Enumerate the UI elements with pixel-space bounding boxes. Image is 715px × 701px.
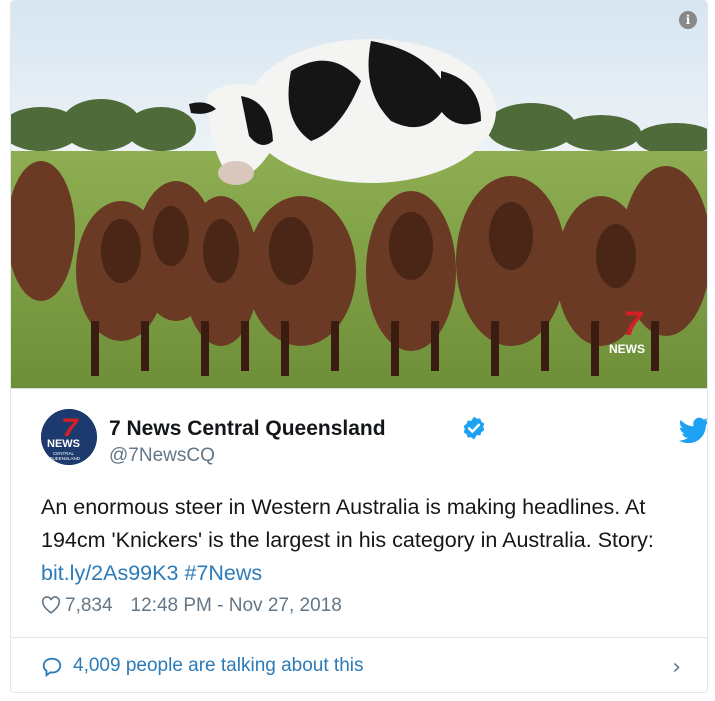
tweet-header: 7 NEWS CENTRAL QUEENSLAND 7 News Central… — [41, 409, 707, 469]
conversation-count-link[interactable]: 4,009 people are talking about this — [73, 655, 364, 677]
svg-text:QUEENSLAND: QUEENSLAND — [49, 456, 81, 461]
footer-divider — [11, 637, 707, 638]
chevron-right-icon[interactable]: › — [672, 655, 681, 680]
verified-badge-icon — [463, 416, 485, 440]
avatar[interactable]: 7 NEWS CENTRAL QUEENSLAND — [41, 409, 97, 465]
steer-photo-illustration: 7 NEWS — [11, 1, 707, 388]
twitter-bird-icon[interactable] — [679, 417, 708, 443]
author-handle[interactable]: @7NewsCQ — [109, 445, 215, 467]
svg-text:7: 7 — [623, 305, 644, 343]
embedded-tweet-card: 7 NEWS i 7 NEWS CENTRAL QUEENSLAND 7 New… — [10, 0, 708, 693]
hashtag-link[interactable]: #7News — [184, 561, 262, 585]
tweet-text: An enormous steer in Western Australia i… — [41, 491, 681, 590]
author-name[interactable]: 7 News Central Queensland — [109, 417, 386, 441]
story-link[interactable]: bit.ly/2As99K3 — [41, 561, 178, 585]
tweet-timestamp[interactable]: 12:48 PM - Nov 27, 2018 — [131, 595, 342, 616]
media-divider — [11, 388, 707, 389]
7news-logo-icon: 7 NEWS CENTRAL QUEENSLAND — [41, 409, 97, 465]
info-icon[interactable]: i — [679, 11, 697, 29]
svg-text:NEWS: NEWS — [47, 438, 80, 450]
conversation-footer[interactable]: 4,009 people are talking about this › — [41, 655, 681, 680]
heart-icon[interactable] — [41, 596, 61, 614]
svg-text:NEWS: NEWS — [609, 342, 645, 356]
speech-bubble-icon — [42, 657, 62, 678]
like-count[interactable]: 7,834 — [65, 595, 113, 616]
tweet-body: An enormous steer in Western Australia i… — [41, 495, 654, 552]
tweet-photo[interactable]: 7 NEWS i — [11, 1, 707, 388]
tweet-meta: 7,834 12:48 PM - Nov 27, 2018 — [41, 595, 342, 617]
